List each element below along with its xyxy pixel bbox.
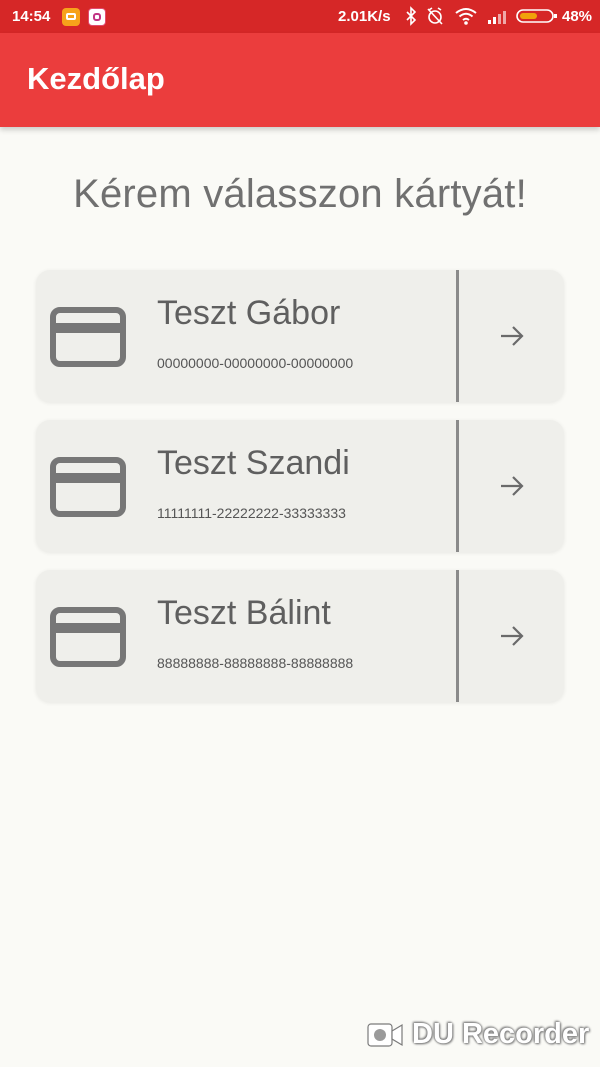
app-bar: Kezdőlap: [0, 33, 600, 127]
card-number: 88888888-88888888-88888888: [157, 655, 354, 671]
network-speed: 2.01K/s: [338, 8, 391, 25]
watermark-text: DU Recorder: [412, 1018, 590, 1050]
battery-percentage: 48%: [562, 8, 593, 25]
credit-card-icon: [50, 607, 126, 667]
battery-icon: [516, 9, 557, 23]
wifi-icon: [455, 8, 477, 25]
silent-alarm-icon: [427, 7, 443, 25]
card-number: 11111111-22222222-33333333: [157, 505, 346, 521]
card-open-button[interactable]: [459, 570, 564, 702]
instagram-icon: [88, 8, 106, 26]
signal-icon: [488, 11, 506, 24]
card-selection-heading: Kérem válasszon kártyát!: [73, 172, 527, 216]
card-item-szandi[interactable]: Teszt Szandi 11111111-22222222-33333333: [36, 420, 564, 552]
card-open-button[interactable]: [459, 420, 564, 552]
status-time: 14:54: [12, 8, 51, 25]
card-item-gabor[interactable]: Teszt Gábor 00000000-00000000-00000000: [36, 270, 564, 402]
arrow-right-icon: [500, 626, 524, 646]
card-holder-name: Teszt Szandi: [157, 444, 350, 482]
video-camera-icon: [367, 1022, 403, 1047]
credit-card-icon: [50, 457, 126, 517]
app-notification-icon: [62, 8, 80, 26]
recorder-watermark: DU Recorder: [366, 1018, 589, 1051]
card-holder-name: Teszt Bálint: [157, 594, 331, 632]
card-item-balint[interactable]: Teszt Bálint 88888888-88888888-88888888: [36, 570, 564, 702]
arrow-right-icon: [500, 326, 524, 346]
card-open-button[interactable]: [459, 270, 564, 402]
card-holder-name: Teszt Gábor: [157, 294, 341, 332]
page-title: Kezdőlap: [27, 61, 165, 96]
bluetooth-icon: [406, 6, 417, 26]
status-bar: 14:54 2.01K/s 48%: [0, 0, 600, 33]
credit-card-icon: [50, 307, 126, 367]
card-number: 00000000-00000000-00000000: [157, 355, 354, 371]
arrow-right-icon: [500, 476, 524, 496]
